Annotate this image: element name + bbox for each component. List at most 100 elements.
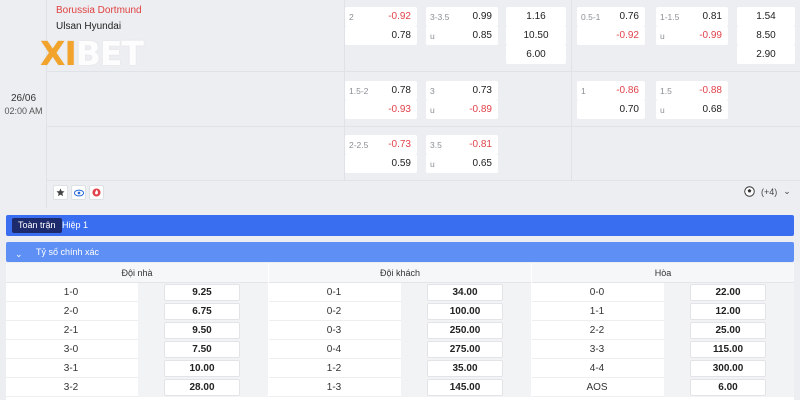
score-row: 3-3 115.00	[532, 340, 794, 359]
expand-chevron-icon[interactable]: ⌄	[783, 186, 791, 197]
favorite-star-icon[interactable]	[53, 185, 68, 200]
score-row: 1-3 145.00	[269, 378, 531, 397]
score-odds-button[interactable]: 9.50	[164, 322, 240, 339]
away-win-column: Đội khách 0-1 34.00 0-2 100.00 0-3 250.00 0-4 2…	[269, 263, 531, 400]
score-label: 2-2	[589, 325, 605, 336]
score-odds-button[interactable]: 100.00	[427, 303, 503, 320]
betting-page: Borussia Dortmund Ulsan Hyundai XIBET 26…	[0, 0, 800, 400]
odds-value: -0.93	[388, 104, 411, 115]
odds-value: -0.88	[699, 85, 722, 96]
odds-cell[interactable]: u -0.99	[656, 26, 728, 45]
score-label: 0-2	[326, 306, 342, 317]
odds-line-label: 1.5	[660, 85, 672, 96]
odds-cell[interactable]: 8.50	[737, 26, 795, 45]
odds-cell[interactable]: 2 -0.92	[345, 7, 417, 26]
odds-cell[interactable]: 1.5-2 0.78	[345, 81, 417, 100]
odds-cell[interactable]: 0.70	[577, 100, 645, 119]
home-team-name[interactable]: Borussia Dortmund	[56, 3, 176, 19]
score-odds-button[interactable]: 7.50	[164, 341, 240, 358]
more-markets[interactable]: (+4) ⌄	[744, 186, 791, 197]
odds-cell[interactable]: 6.00	[506, 45, 566, 64]
logo-suffix: BET	[75, 34, 144, 73]
odds-line-label: 3	[430, 85, 435, 96]
odds-value: -0.73	[388, 139, 411, 150]
odds-value: 0.81	[702, 11, 722, 22]
score-row: 2-2 25.00	[532, 321, 794, 340]
collapse-chevron-icon[interactable]: ⌄	[15, 244, 23, 264]
score-odds-button[interactable]: 9.25	[164, 284, 240, 301]
odds-cell[interactable]: -0.93	[345, 100, 417, 119]
odds-cell[interactable]: 0.78	[345, 26, 417, 45]
score-odds-button[interactable]: 115.00	[690, 341, 766, 358]
odds-line-label: 2	[349, 11, 354, 22]
score-label: 0-3	[326, 325, 342, 336]
match-teams[interactable]: Borussia Dortmund Ulsan Hyundai	[56, 3, 176, 35]
score-odds-button[interactable]: 34.00	[427, 284, 503, 301]
score-row: 3-1 10.00	[6, 359, 268, 378]
score-odds-button[interactable]: 250.00	[427, 322, 503, 339]
watch-eye-icon[interactable]	[71, 185, 86, 200]
home-win-column: Đội nhà 1-0 9.25 2-0 6.75 2-1 9.50 3-0 7.50 3-1 1…	[6, 263, 268, 400]
odds-cell[interactable]: -0.92	[577, 26, 645, 45]
score-odds-button[interactable]: 275.00	[427, 341, 503, 358]
soccer-ball-icon	[744, 186, 755, 197]
odds-value: 2.90	[756, 49, 776, 60]
odds-cell[interactable]: u -0.89	[426, 100, 498, 119]
score-label: 1-0	[63, 287, 79, 298]
odds-value: 0.68	[702, 104, 722, 115]
odds-line-label: 1.5-2	[349, 85, 369, 96]
score-label: AOS	[586, 382, 608, 393]
odds-cell[interactable]: u 0.85	[426, 26, 498, 45]
odds-cell[interactable]: 1-1.5 0.81	[656, 7, 728, 26]
odds-value: -0.99	[699, 30, 722, 41]
odds-cell[interactable]: 0.5-1 0.76	[577, 7, 645, 26]
hot-fire-icon[interactable]	[89, 185, 104, 200]
odds-cell[interactable]: u 0.68	[656, 100, 728, 119]
odds-cell[interactable]: 1.5 -0.88	[656, 81, 728, 100]
odds-line-label: u	[660, 104, 665, 115]
score-label: 0-0	[589, 287, 605, 298]
column-header: Hòa	[532, 263, 794, 283]
away-team-name[interactable]: Ulsan Hyundai	[56, 19, 176, 35]
odds-cell[interactable]: 3.5 -0.81	[426, 135, 498, 154]
odds-cell[interactable]: 1 -0.86	[577, 81, 645, 100]
odds-cell[interactable]: 3-3.5 0.99	[426, 7, 498, 26]
odds-line-label: 0.5-1	[581, 11, 601, 22]
match-actions	[53, 185, 104, 200]
odds-cell[interactable]: 1.54	[737, 7, 795, 26]
score-odds-button[interactable]: 12.00	[690, 303, 766, 320]
score-label: 2-0	[63, 306, 79, 317]
score-odds-button[interactable]: 10.00	[164, 360, 240, 377]
score-odds-button[interactable]: 6.75	[164, 303, 240, 320]
odds-cell[interactable]: 3 0.73	[426, 81, 498, 100]
correct-score-header[interactable]: ⌄ Tỷ số chính xác	[6, 242, 794, 262]
score-odds-button[interactable]: 145.00	[427, 379, 503, 396]
score-row: 0-1 34.00	[269, 283, 531, 302]
score-odds-button[interactable]: 22.00	[690, 284, 766, 301]
score-odds-button[interactable]: 35.00	[427, 360, 503, 377]
odds-cell[interactable]: 2-2.5 -0.73	[345, 135, 417, 154]
score-odds-button[interactable]: 6.00	[690, 379, 766, 396]
odds-line-label: u	[430, 30, 435, 41]
odds-cell[interactable]: 1.16	[506, 7, 566, 26]
column-header: Đội nhà	[6, 263, 268, 283]
odds-cell[interactable]: 2.90	[737, 45, 795, 64]
odds-cell[interactable]: 0.59	[345, 154, 417, 173]
match-time: 02:00 AM	[4, 106, 43, 116]
odds-value: 0.99	[472, 11, 492, 22]
score-label: 0-1	[326, 287, 342, 298]
odds-cell[interactable]: 10.50	[506, 26, 566, 45]
tab-first-half[interactable]: Hiệp 1	[56, 218, 94, 233]
tab-full-match[interactable]: Toàn trận	[12, 218, 62, 233]
score-label: 3-3	[589, 344, 605, 355]
odds-cell[interactable]: u 0.65	[426, 154, 498, 173]
row-divider	[47, 180, 800, 181]
odds-value: -0.86	[616, 85, 639, 96]
score-row: 1-1 12.00	[532, 302, 794, 321]
odds-line-label: u	[660, 30, 665, 41]
score-odds-button[interactable]: 28.00	[164, 379, 240, 396]
score-odds-button[interactable]: 300.00	[690, 360, 766, 377]
more-markets-count[interactable]: (+4)	[761, 187, 777, 197]
score-odds-button[interactable]: 25.00	[690, 322, 766, 339]
match-datetime: 26/06 02:00 AM	[0, 92, 47, 118]
